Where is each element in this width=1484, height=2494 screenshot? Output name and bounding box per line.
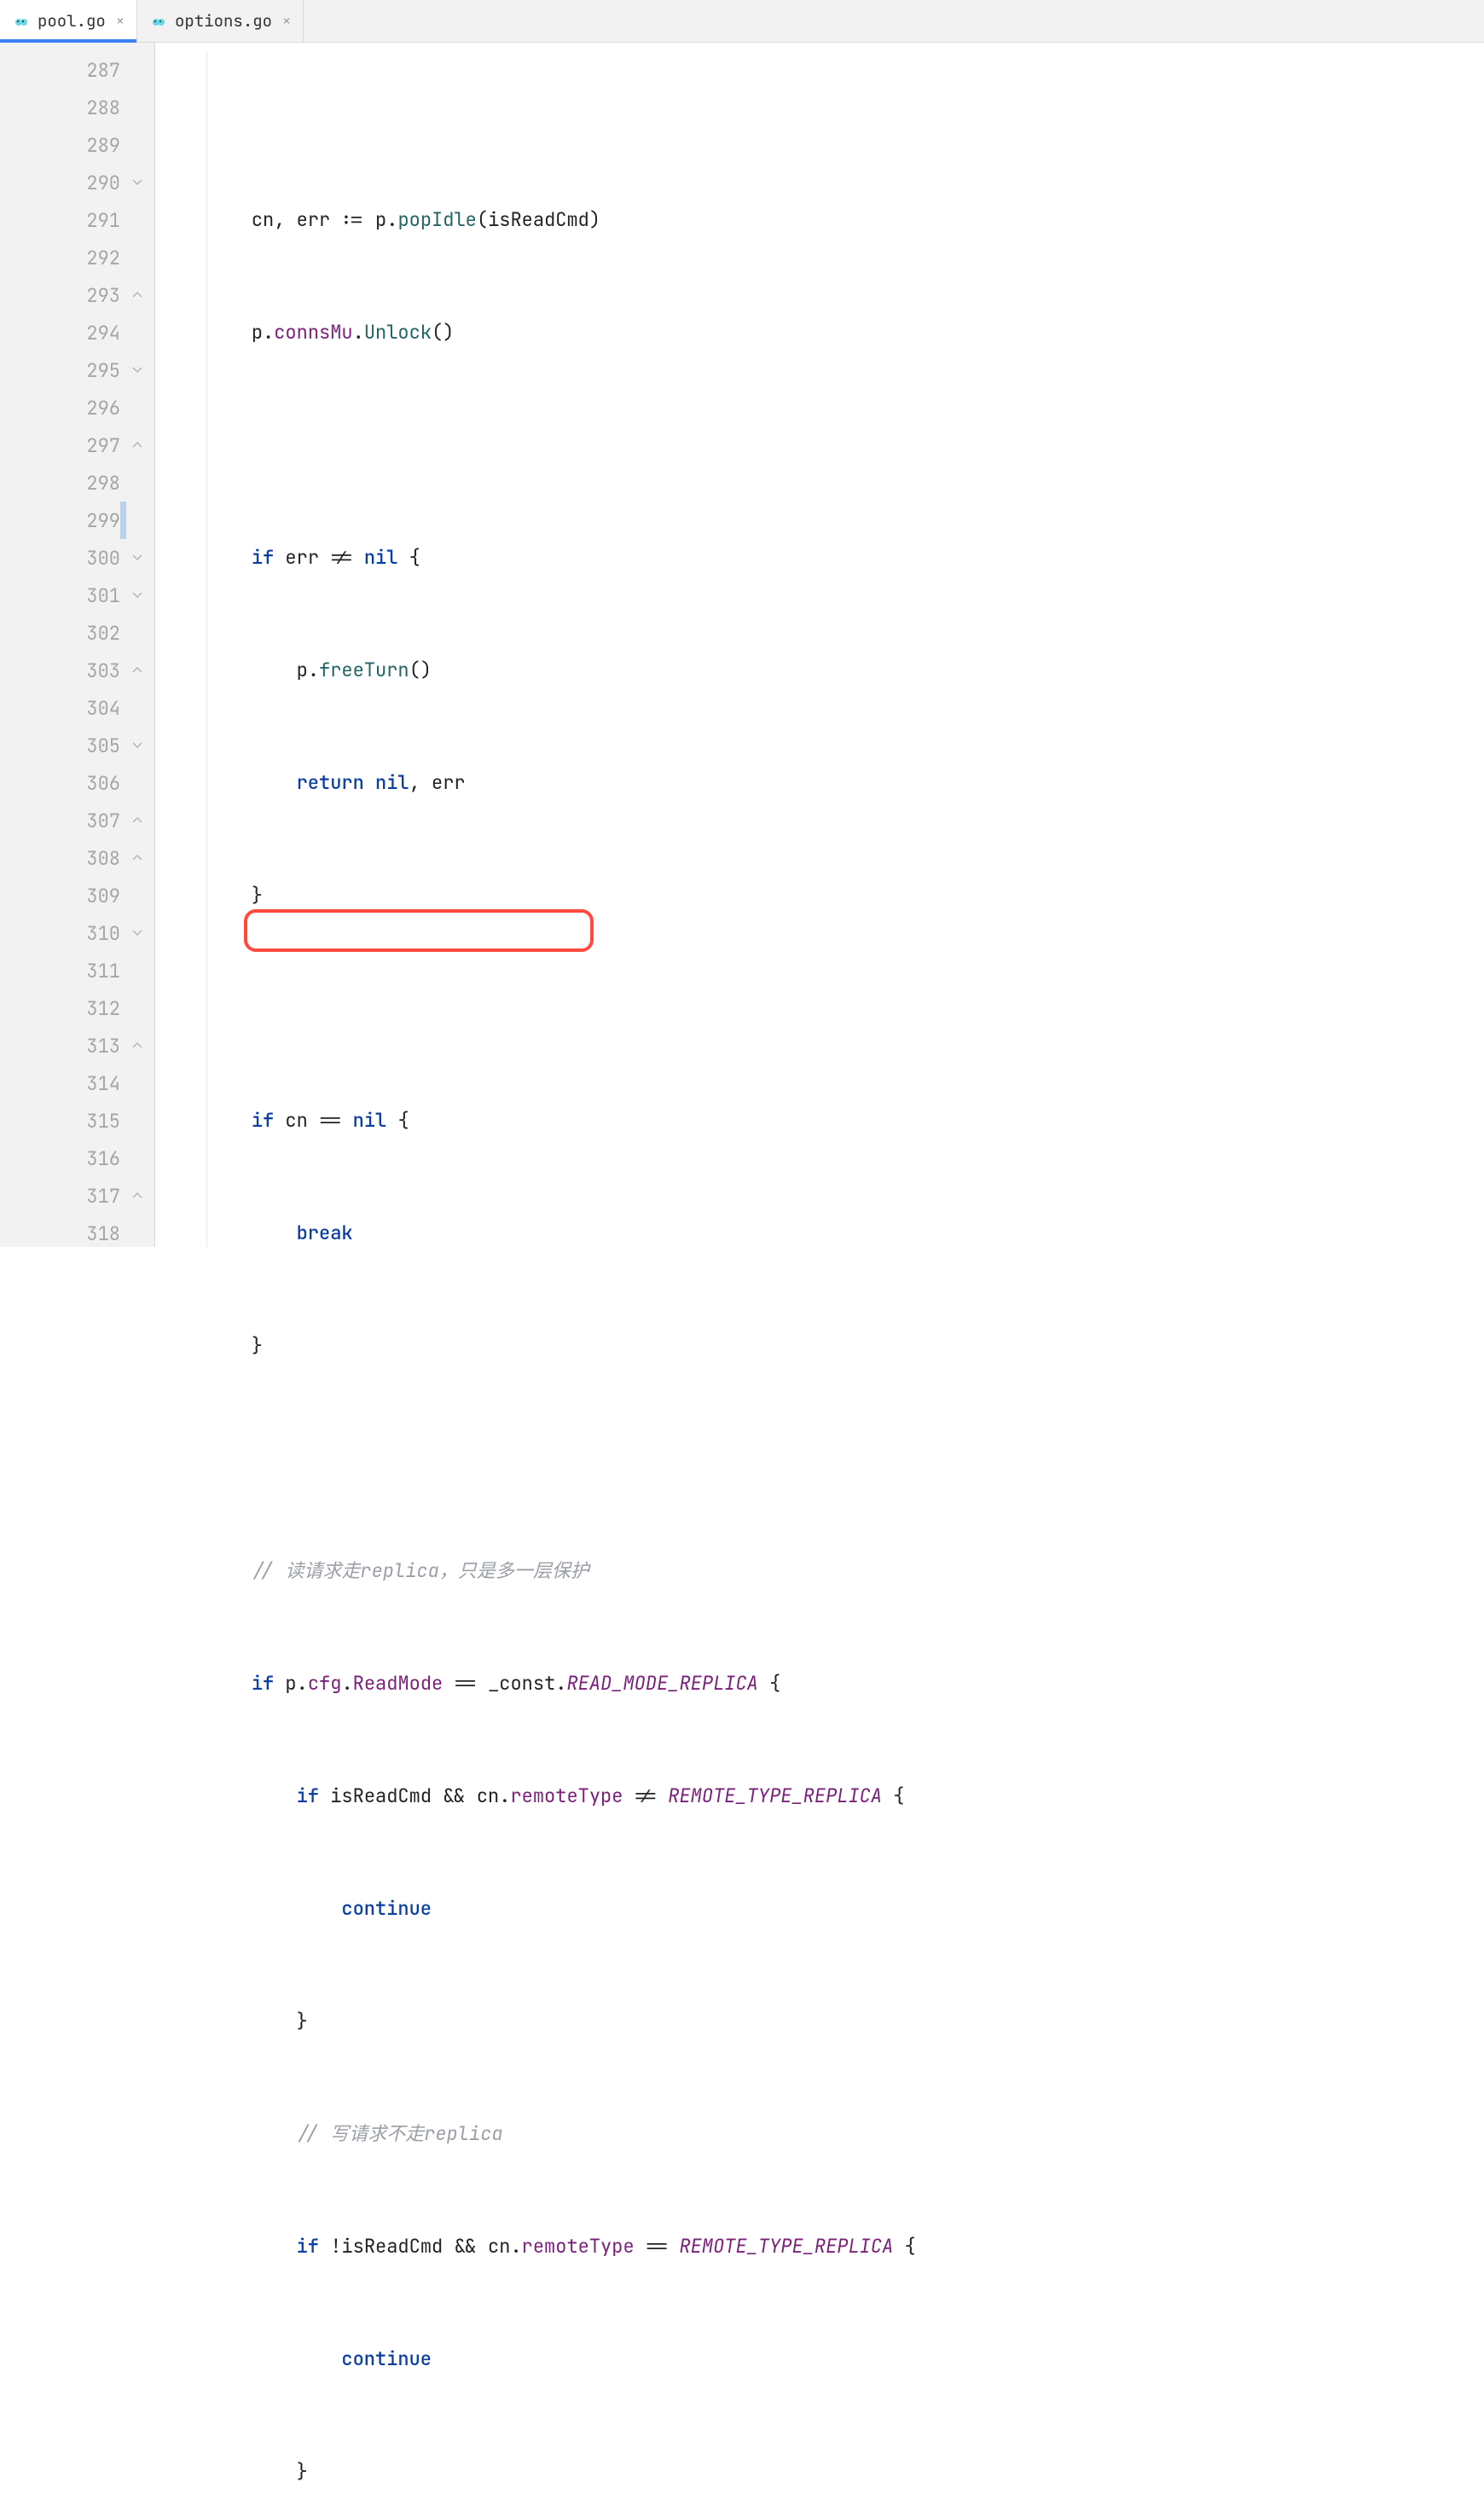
gutter-line: 304 <box>0 689 154 727</box>
gutter-line: 309 <box>0 877 154 914</box>
editor-area: 287 288 289 290 291 292 293 294 295 296 297 298 299 3… <box>0 43 1484 1247</box>
line-number: 317 <box>62 1184 120 1209</box>
caret-line-marker <box>120 502 126 539</box>
line-number: 289 <box>62 133 120 158</box>
fold-collapse-icon[interactable] <box>131 1190 143 1202</box>
line-number: 293 <box>62 283 120 308</box>
gutter-line: 291 <box>0 201 154 239</box>
line-number: 304 <box>62 696 120 721</box>
gutter-line: 314 <box>0 1064 154 1102</box>
line-number: 311 <box>62 959 120 983</box>
fold-collapse-icon[interactable] <box>131 664 143 676</box>
line-number: 290 <box>62 171 120 195</box>
line-number: 313 <box>62 1034 120 1058</box>
line-number: 288 <box>62 96 120 120</box>
gutter-line: 287 <box>0 51 154 89</box>
fold-collapse-icon[interactable] <box>131 815 143 826</box>
line-number: 308 <box>62 846 120 871</box>
fold-collapse-icon[interactable] <box>131 289 143 301</box>
line-number: 306 <box>62 771 120 796</box>
line-number: 299 <box>62 508 120 533</box>
gutter-line: 301 <box>0 577 154 614</box>
gutter-line: 292 <box>0 239 154 276</box>
fold-collapse-icon[interactable] <box>131 852 143 864</box>
gutter-line: 298 <box>0 464 154 502</box>
fold-expand-icon[interactable] <box>131 177 143 188</box>
gutter-line: 311 <box>0 952 154 989</box>
gutter-line: 305 <box>0 727 154 764</box>
gutter-line: 296 <box>0 389 154 426</box>
gutter-line: 310 <box>0 914 154 952</box>
line-number: 312 <box>62 996 120 1021</box>
line-number: 296 <box>62 396 120 420</box>
gutter-line: 303 <box>0 652 154 689</box>
gutter-line: 315 <box>0 1102 154 1140</box>
fold-expand-icon[interactable] <box>131 740 143 751</box>
line-number: 315 <box>62 1109 120 1134</box>
gutter-line: 297 <box>0 426 154 464</box>
fold-expand-icon[interactable] <box>131 927 143 939</box>
line-number: 295 <box>62 358 120 383</box>
line-number: 310 <box>62 921 120 946</box>
gutter: 287 288 289 290 291 292 293 294 295 296 297 298 299 3… <box>0 43 155 1247</box>
line-number: 300 <box>62 546 120 571</box>
line-number: 314 <box>62 1071 120 1096</box>
line-number: 309 <box>62 884 120 908</box>
close-icon[interactable]: × <box>113 12 125 31</box>
tab-label: pool.go <box>38 10 106 32</box>
line-number: 294 <box>62 321 120 345</box>
gutter-line: 300 <box>0 539 154 577</box>
fold-collapse-icon[interactable] <box>131 1040 143 1052</box>
tab-label: options.go <box>175 10 272 32</box>
gutter-line: 288 <box>0 89 154 126</box>
gutter-line: 295 <box>0 351 154 389</box>
go-file-icon <box>149 12 168 31</box>
line-number: 287 <box>62 58 120 83</box>
fold-expand-icon[interactable] <box>131 552 143 564</box>
line-number: 318 <box>62 1221 120 1246</box>
gutter-line: 313 <box>0 1027 154 1064</box>
line-number: 292 <box>62 246 120 270</box>
line-number: 307 <box>62 809 120 833</box>
line-number: 301 <box>62 583 120 608</box>
gutter-line: 318 <box>0 1215 154 1252</box>
code-area[interactable]: cn, err := p.popIdle(isReadCmd) p.connsM… <box>155 43 1484 1247</box>
gutter-line: 306 <box>0 764 154 802</box>
annotation-highlight <box>244 909 594 952</box>
editor-tabs: pool.go × options.go × <box>0 0 1484 43</box>
indent-guide <box>206 51 207 1247</box>
gutter-line: 290 <box>0 164 154 201</box>
close-icon[interactable]: × <box>279 12 291 31</box>
fold-collapse-icon[interactable] <box>131 439 143 451</box>
gutter-line: 293 <box>0 276 154 314</box>
fold-expand-icon[interactable] <box>131 364 143 376</box>
gutter-line: 302 <box>0 614 154 652</box>
gutter-line: 294 <box>0 314 154 351</box>
go-file-icon <box>12 12 31 31</box>
gutter-line: 308 <box>0 839 154 877</box>
line-number: 291 <box>62 208 120 233</box>
tab-pool-go[interactable]: pool.go × <box>0 0 137 42</box>
line-number: 297 <box>62 433 120 458</box>
gutter-line: 317 <box>0 1177 154 1215</box>
gutter-line: 307 <box>0 802 154 839</box>
line-number: 316 <box>62 1146 120 1171</box>
gutter-line: 289 <box>0 126 154 164</box>
line-number: 298 <box>62 471 120 496</box>
gutter-line: 316 <box>0 1140 154 1177</box>
fold-expand-icon[interactable] <box>131 589 143 601</box>
line-number: 303 <box>62 658 120 683</box>
gutter-line: 312 <box>0 989 154 1027</box>
gutter-line: 299 <box>0 502 154 539</box>
tab-options-go[interactable]: options.go × <box>137 0 304 42</box>
line-number: 302 <box>62 621 120 646</box>
line-number: 305 <box>62 734 120 758</box>
